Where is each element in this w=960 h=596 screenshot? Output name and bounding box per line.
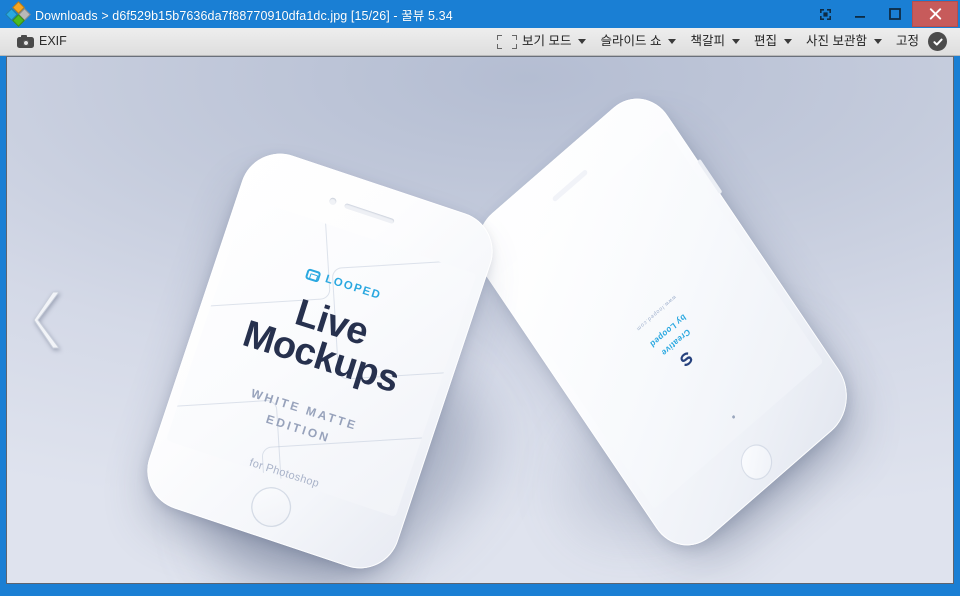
main-toolbar: EXIF 보기 모드 슬라이드 쇼 책갈피 편집 사진 보관함 고정: [0, 28, 960, 56]
phone-screen-content: ട Creative by Looped www.looped.com: [569, 237, 777, 442]
pin-toggle[interactable]: 고정: [889, 30, 954, 54]
chevron-down-icon: [668, 39, 677, 44]
chevron-down-icon: [784, 39, 792, 44]
chevron-left-icon: [33, 291, 60, 349]
check-circle-icon: [928, 32, 947, 51]
image-viewer[interactable]: ട Creative by Looped www.looped.com LOOP…: [6, 56, 954, 584]
bookmark-label: 책갈피: [690, 34, 725, 49]
viewer-container: ട Creative by Looped www.looped.com LOOP…: [0, 56, 960, 590]
edit-label: 편집: [753, 34, 777, 49]
minimize-button[interactable]: [843, 0, 877, 28]
back-phone-sub-1: Creative: [659, 326, 693, 359]
honeyview-window: Downloads > d6f529b15b7636da7f88770910df…: [0, 0, 960, 596]
bookmark-menu[interactable]: 책갈피: [683, 30, 747, 54]
back-phone-mark: ട: [676, 346, 698, 373]
prev-image-button[interactable]: [29, 285, 69, 355]
honeyview-logo-icon: [4, 0, 32, 28]
edit-menu[interactable]: 편집: [747, 30, 799, 54]
slideshow-label: 슬라이드 쇼: [600, 34, 662, 49]
window-controls: [808, 0, 960, 28]
window-bottom-frame: [0, 590, 960, 596]
chevron-down-icon: [731, 39, 740, 44]
fullscreen-button[interactable]: [808, 0, 843, 28]
maximize-button[interactable]: [877, 0, 912, 28]
exif-button[interactable]: EXIF: [10, 30, 74, 54]
photo-archive-menu[interactable]: 사진 보관함: [799, 30, 889, 54]
phone-mockup-back: ട Creative by Looped www.looped.com: [461, 81, 863, 563]
pin-label: 고정: [895, 34, 919, 49]
close-button[interactable]: [912, 1, 958, 27]
fit-window-icon: [497, 34, 517, 49]
chevron-down-icon: [578, 39, 587, 44]
window-title: Downloads > d6f529b15b7636da7f88770910df…: [35, 8, 453, 23]
view-mode-label: 보기 모드: [522, 34, 572, 49]
camera-icon: [17, 35, 34, 48]
photo-archive-label: 사진 보관함: [806, 34, 867, 49]
exif-label: EXIF: [39, 34, 67, 49]
displayed-photo: ട Creative by Looped www.looped.com LOOP…: [7, 57, 953, 583]
looped-logo-icon: [304, 267, 322, 283]
title-bar: Downloads > d6f529b15b7636da7f88770910df…: [0, 0, 960, 28]
view-mode-menu[interactable]: 보기 모드: [490, 30, 593, 54]
slideshow-menu[interactable]: 슬라이드 쇼: [593, 30, 683, 54]
chevron-down-icon: [873, 39, 882, 44]
